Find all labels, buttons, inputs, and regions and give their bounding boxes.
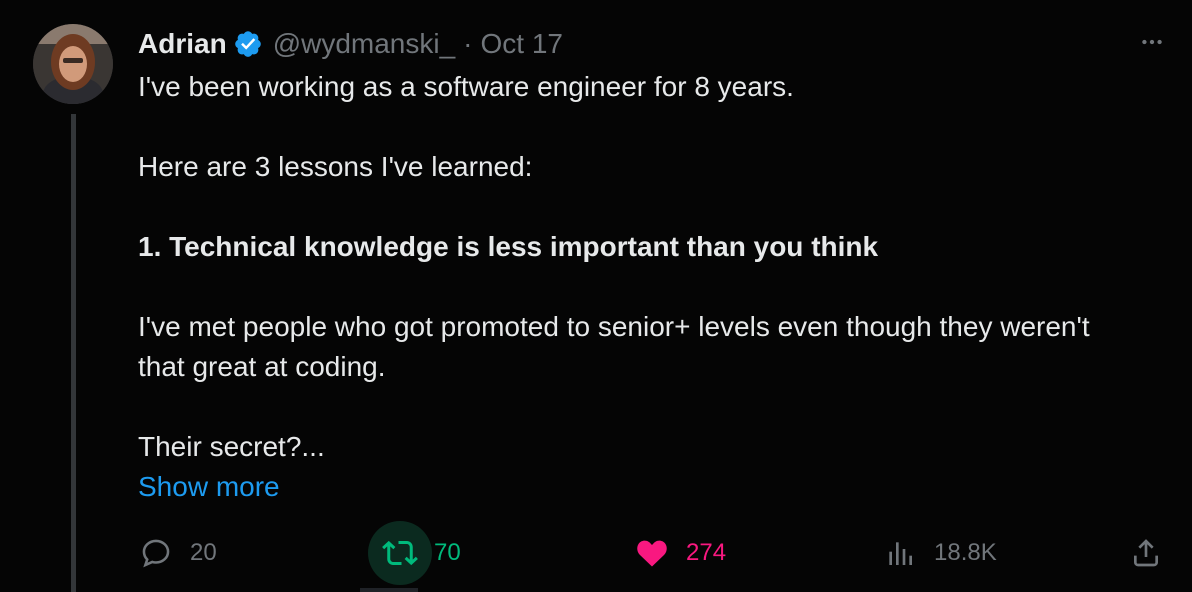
- like-count: 274: [686, 539, 727, 566]
- show-more-link[interactable]: Show more: [138, 467, 280, 507]
- avatar-image: [33, 24, 113, 104]
- views-count: 18.8K: [934, 539, 997, 566]
- tweet-line: I've met people who got promoted to seni…: [138, 311, 1090, 382]
- reply-icon: [124, 521, 188, 585]
- tweet-date[interactable]: Oct 17: [481, 28, 563, 60]
- more-icon[interactable]: [1132, 22, 1172, 62]
- retweet-count: 70: [434, 539, 461, 566]
- tweet-header: Adrian @wydmanski_ · Oct 17: [138, 24, 1172, 64]
- separator-dot: ·: [463, 28, 473, 59]
- reply-button[interactable]: 20: [124, 521, 217, 585]
- verified-badge-icon: [233, 29, 263, 59]
- bottom-indicator: [360, 588, 418, 592]
- views-button[interactable]: 18.8K: [868, 521, 997, 585]
- author-handle[interactable]: @wydmanski_: [273, 28, 455, 60]
- heart-icon: [620, 521, 684, 585]
- share-icon: [1114, 521, 1178, 585]
- tweet-text: I've been working as a software engineer…: [138, 67, 1172, 507]
- tweet-content: Adrian @wydmanski_ · Oct 17 I've been wo…: [138, 24, 1172, 507]
- tweet-actions: 20 70 274 18.8K: [124, 512, 1184, 592]
- tweet-line-heading: 1. Technical knowledge is less important…: [138, 231, 879, 262]
- avatar[interactable]: [33, 24, 113, 104]
- tweet-line: Here are 3 lessons I've learned:: [138, 151, 533, 182]
- share-button[interactable]: [1114, 521, 1178, 585]
- reply-count: 20: [190, 539, 217, 566]
- retweet-icon: [368, 521, 432, 585]
- tweet-line: I've been working as a software engineer…: [138, 71, 794, 102]
- retweet-button[interactable]: 70: [368, 521, 461, 585]
- thread-line: [71, 114, 76, 592]
- author-name[interactable]: Adrian: [138, 28, 227, 60]
- tweet-line: Their secret?...: [138, 431, 325, 462]
- like-button[interactable]: 274: [620, 521, 726, 585]
- views-icon: [868, 521, 932, 585]
